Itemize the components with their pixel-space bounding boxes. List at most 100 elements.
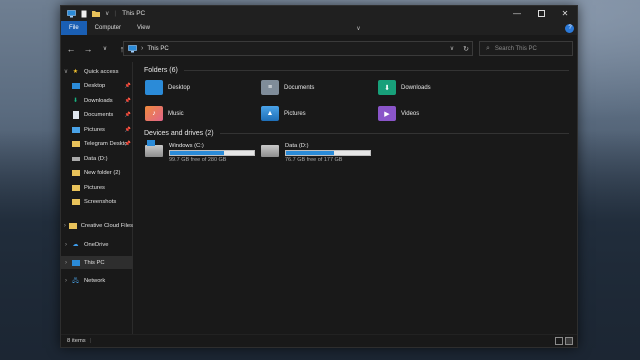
folder-item-desktop[interactable]: Desktop	[145, 80, 190, 95]
expand-ribbon-chevron-icon[interactable]: ∨	[356, 25, 360, 32]
customize-toolbar-chevron-icon[interactable]: ∨	[105, 10, 109, 17]
sidebar-item-this-pc[interactable]: › This PC	[61, 256, 133, 269]
sidebar-item-pictures-2[interactable]: Pictures	[61, 181, 133, 194]
recent-locations-button[interactable]: ∨	[98, 42, 112, 56]
divider	[219, 133, 569, 134]
drive-usage-bar	[169, 150, 255, 156]
folders-group-header[interactable]: Folders (6)	[144, 67, 569, 74]
sidebar-item-label: Telegram Deskto	[84, 140, 128, 147]
quick-access-toolbar: ∨ |	[61, 9, 117, 18]
close-button[interactable]: ✕	[553, 6, 577, 21]
folder-icon	[71, 169, 80, 177]
drive-free-space: 76.7 GB free of 177 GB	[285, 157, 343, 163]
maximize-icon	[537, 10, 545, 17]
breadcrumb-chevron-icon[interactable]: ›	[141, 45, 143, 52]
collapse-chevron-icon[interactable]: ∨	[61, 68, 71, 75]
address-history-chevron-icon[interactable]: ∨	[446, 42, 458, 55]
sidebar-item-screenshots[interactable]: Screenshots	[61, 195, 133, 208]
sidebar-item-label: Documents	[84, 111, 114, 118]
folder-item-documents[interactable]: ≡ Documents	[261, 80, 314, 95]
file-list-pane: Folders (6) Desktop ≡ Documents ⬇ Downlo…	[134, 62, 577, 336]
folder-icon	[71, 184, 80, 192]
file-explorer-window: ∨ | This PC — ✕ File Computer View ∨ ? ←…	[60, 5, 578, 348]
sidebar-item-label: Pictures	[84, 184, 105, 191]
documents-folder-icon: ≡	[261, 80, 279, 95]
window-controls: — ✕	[505, 6, 577, 21]
ribbon-tabs: File Computer View ∨ ?	[61, 21, 577, 35]
sidebar-item-desktop[interactable]: Desktop 📌	[61, 79, 133, 92]
downloads-folder-icon: ⬇	[378, 80, 396, 95]
videos-folder-icon: ▶	[378, 106, 396, 121]
pin-icon: 📌	[124, 82, 131, 89]
creative-cloud-icon	[68, 222, 77, 230]
documents-icon	[71, 110, 80, 119]
folders-heading: Folders (6)	[144, 67, 178, 74]
expand-chevron-icon[interactable]: ›	[61, 242, 71, 248]
help-button[interactable]: ?	[563, 21, 577, 35]
minimize-button[interactable]: —	[505, 6, 529, 21]
sidebar-item-label: Screenshots	[84, 198, 117, 205]
sidebar-item-new-folder-2[interactable]: New folder (2)	[61, 166, 133, 179]
properties-icon[interactable]	[81, 10, 87, 18]
divider: |	[89, 338, 92, 344]
sidebar-item-documents[interactable]: Documents 📌	[61, 108, 133, 121]
maximize-button[interactable]	[529, 6, 553, 21]
drive-item-d[interactable]: Data (D:) 76.7 GB free of 177 GB	[261, 143, 371, 163]
divider	[183, 70, 569, 71]
folder-item-downloads[interactable]: ⬇ Downloads	[378, 80, 431, 95]
drive-usage-fill	[286, 151, 334, 155]
drive-icon	[71, 155, 80, 163]
sidebar-item-onedrive[interactable]: › ☁ OneDrive	[61, 238, 133, 251]
sidebar-item-network[interactable]: › 🖧 Network	[61, 274, 133, 287]
search-box[interactable]: ⌕ Search This PC	[479, 41, 573, 56]
view-switcher	[555, 337, 573, 345]
pin-icon: 📌	[124, 97, 131, 104]
folder-item-videos[interactable]: ▶ Videos	[378, 106, 419, 121]
sidebar-item-pictures[interactable]: Pictures 📌	[61, 123, 133, 136]
sidebar-item-telegram-desktop[interactable]: Telegram Deskto 📌	[61, 137, 133, 150]
back-button[interactable]: ←	[64, 42, 78, 56]
details-view-icon[interactable]	[555, 337, 563, 345]
pin-icon: 📌	[124, 126, 131, 133]
star-icon: ★	[72, 69, 79, 75]
drive-item-c[interactable]: Windows (C:) 99.7 GB free of 280 GB	[145, 140, 255, 163]
pin-icon: 📌	[124, 111, 131, 118]
folder-item-pictures[interactable]: ▲ Pictures	[261, 106, 306, 121]
navigation-pane: ∨ ★ Quick access Desktop 📌 ⬇ Downloads 📌…	[61, 62, 133, 336]
sidebar-item-label: New folder (2)	[84, 169, 121, 176]
arrow-right-icon: →	[83, 43, 93, 54]
navigation-bar: ← → ∨ ↑ › This PC ∨ ↻ ⌕ Search This PC	[61, 35, 577, 62]
tab-computer[interactable]: Computer	[87, 21, 129, 35]
breadcrumb-this-pc[interactable]: This PC	[147, 46, 168, 52]
expand-chevron-icon[interactable]: ›	[61, 260, 71, 266]
search-input[interactable]: Search This PC	[495, 46, 537, 52]
sidebar-item-creative-cloud[interactable]: › Creative Cloud Files	[61, 219, 133, 232]
sidebar-item-label: Downloads	[84, 97, 113, 104]
divider: |	[114, 10, 117, 17]
refresh-icon[interactable]: ↻	[460, 42, 472, 55]
this-pc-icon	[71, 259, 80, 267]
sidebar-item-label: Data (D:)	[84, 155, 108, 162]
folder-item-music[interactable]: ♪ Music	[145, 106, 184, 121]
expand-chevron-icon[interactable]: ›	[61, 223, 69, 229]
network-icon: 🖧	[72, 277, 79, 284]
windows-drive-icon	[145, 140, 163, 157]
sidebar-item-quick-access[interactable]: ∨ ★ Quick access	[61, 65, 133, 78]
forward-button[interactable]: →	[81, 42, 95, 56]
minimize-icon: —	[513, 9, 521, 18]
sidebar-item-downloads[interactable]: ⬇ Downloads 📌	[61, 94, 133, 107]
drives-heading: Devices and drives (2)	[144, 130, 214, 137]
folder-label: Downloads	[401, 84, 431, 91]
drive-label: Data (D:)	[285, 143, 309, 149]
sidebar-item-data-d[interactable]: Data (D:)	[61, 152, 133, 165]
address-bar[interactable]: › This PC ∨ ↻	[123, 41, 473, 56]
drives-group-header[interactable]: Devices and drives (2)	[144, 130, 569, 137]
tab-file[interactable]: File	[61, 21, 87, 35]
search-icon: ⌕	[486, 44, 490, 52]
tab-view[interactable]: View	[129, 21, 158, 35]
new-folder-icon[interactable]	[92, 10, 100, 17]
expand-chevron-icon[interactable]: ›	[61, 278, 71, 284]
close-icon: ✕	[561, 9, 569, 18]
this-pc-icon	[128, 44, 137, 52]
large-icons-view-icon[interactable]	[565, 337, 573, 345]
